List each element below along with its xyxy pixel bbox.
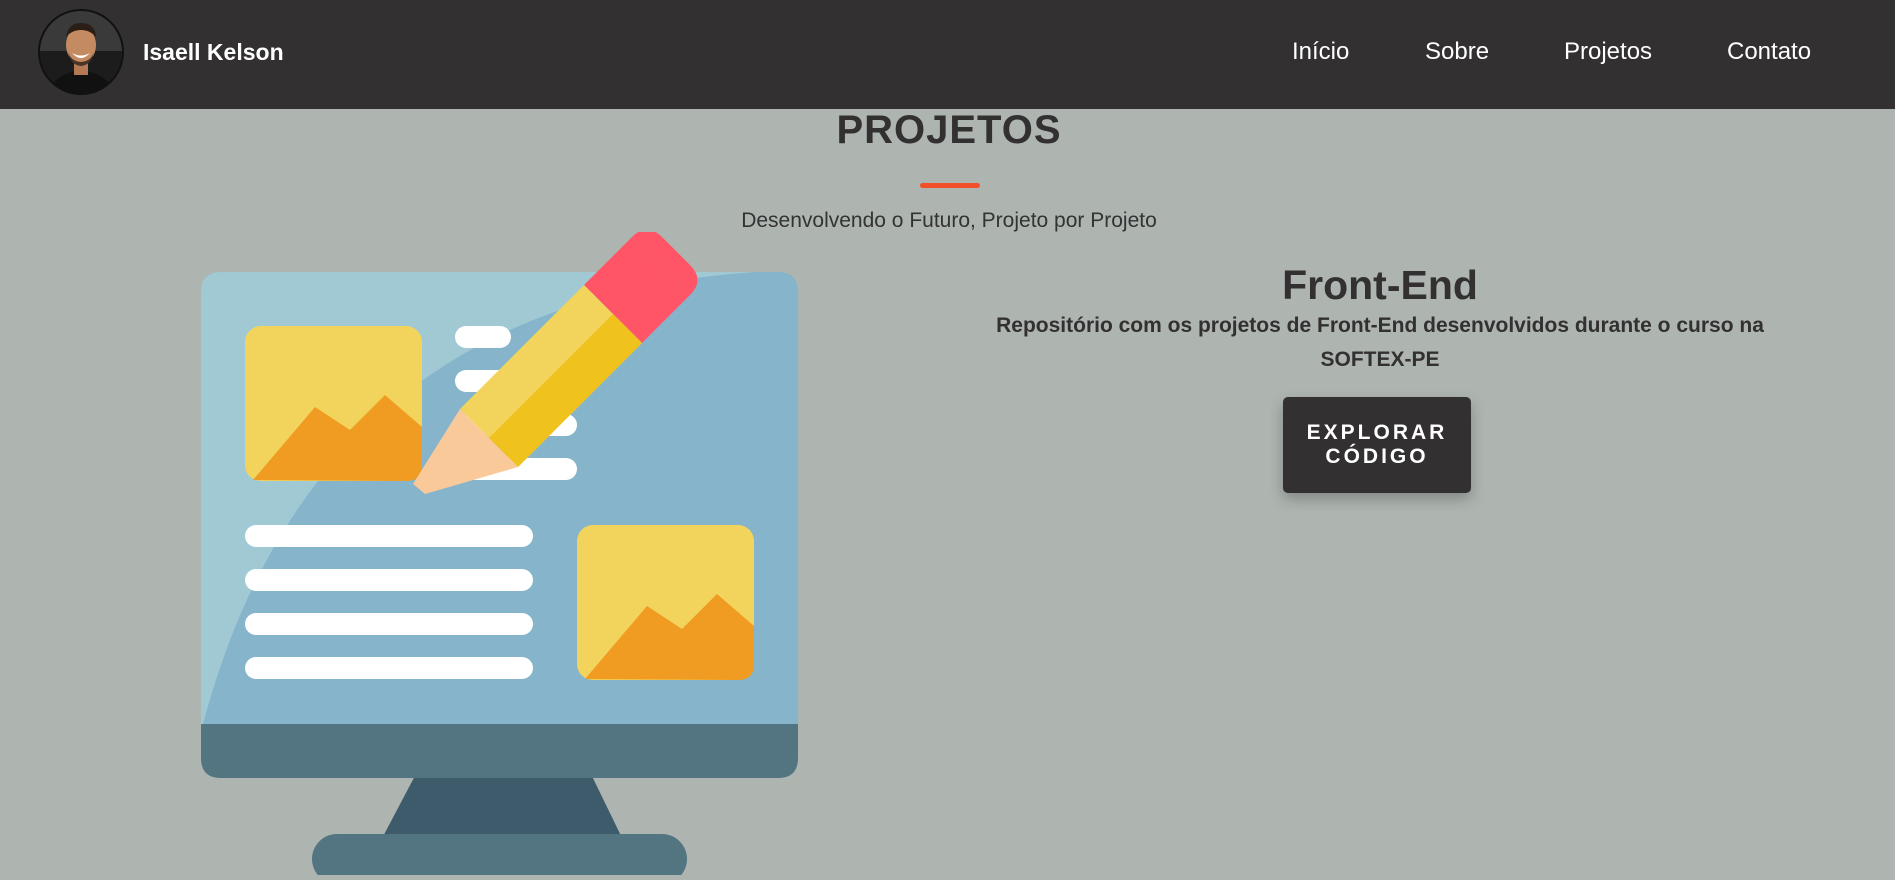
- top-navbar: Isaell Kelson Início Sobre Projetos Cont…: [0, 0, 1895, 109]
- section-subtitle: Desenvolvendo o Futuro, Projeto por Proj…: [741, 209, 1157, 232]
- brand-name[interactable]: Isaell Kelson: [143, 38, 284, 66]
- section-title: PROJETOS: [836, 108, 1062, 152]
- project-description: Repositório com os projetos de Front-End…: [996, 314, 1764, 371]
- monitor-chin: [201, 722, 798, 778]
- profile-photo-icon: [40, 11, 122, 93]
- monitor-base: [312, 834, 687, 880]
- monitor-with-pencil-illustration-icon: [195, 229, 855, 880]
- project-title: Front-End: [1282, 262, 1478, 308]
- avatar[interactable]: [38, 9, 124, 95]
- title-underline: [920, 183, 980, 188]
- monitor-neck: [379, 772, 625, 844]
- nav-link-sobre[interactable]: Sobre: [1425, 37, 1489, 67]
- explore-code-button[interactable]: EXPLORAR CÓDIGO: [1283, 397, 1471, 493]
- nav-link-projetos[interactable]: Projetos: [1564, 37, 1652, 67]
- nav-link-contato[interactable]: Contato: [1727, 37, 1811, 67]
- nav-link-inicio[interactable]: Início: [1292, 37, 1349, 67]
